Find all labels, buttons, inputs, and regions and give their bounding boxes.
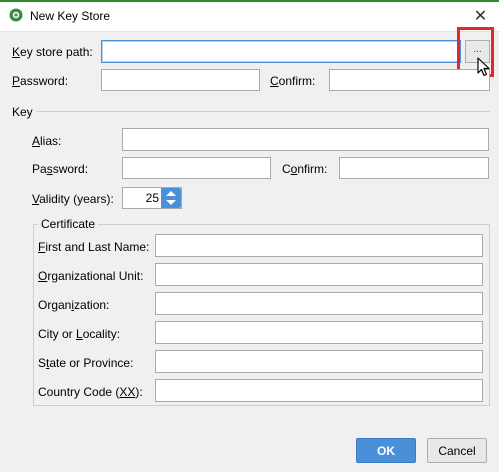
keystore-password-label: Password: [12, 74, 68, 88]
key-section-divider [36, 111, 490, 112]
city-locality-label: City or Locality: [38, 327, 120, 341]
org-unit-label-text: rganizational Unit: [47, 269, 144, 283]
keystore-confirm-input[interactable] [329, 69, 490, 91]
alias-label-text: lias: [40, 134, 62, 148]
city-locality-label-pre: City or [38, 327, 77, 341]
org-unit-input[interactable] [155, 263, 483, 286]
first-last-name-input[interactable] [155, 234, 483, 257]
spinner-arrows-icon[interactable] [161, 188, 181, 208]
keystore-path-label-mnemonic: K [12, 45, 21, 59]
organization-label-pre: Organ [38, 298, 72, 312]
keystore-confirm-label-mnemonic: C [270, 74, 279, 88]
key-password-input[interactable] [122, 157, 271, 179]
country-code-input[interactable] [155, 379, 483, 402]
certificate-group-label: Certificate [38, 217, 99, 231]
keystore-confirm-label: Confirm: [270, 74, 315, 88]
keystore-password-label-mnemonic: P [12, 74, 21, 88]
keystore-path-input[interactable] [101, 40, 461, 63]
state-province-label-text: ate or Province: [49, 356, 134, 370]
keystore-confirm-label-text: onfirm: [278, 74, 316, 88]
spinner-up-icon[interactable] [166, 191, 176, 196]
key-confirm-label-text: nfirm: [297, 162, 328, 176]
key-password-label-text: sword: [52, 162, 89, 176]
state-province-label-pre: S [38, 356, 47, 370]
cancel-button[interactable]: Cancel [427, 438, 487, 463]
spinner-down-icon[interactable] [166, 200, 176, 205]
country-code-label-pre: Country Code ( [38, 385, 120, 399]
organization-label-text: zation: [74, 298, 110, 312]
country-code-label-text: ): [135, 385, 143, 399]
keystore-path-label: Key store path: [12, 45, 93, 59]
window-title: New Key Store [30, 9, 111, 23]
alias-label: Alias: [32, 134, 61, 148]
mouse-pointer-icon [477, 57, 490, 77]
organization-input[interactable] [155, 292, 483, 315]
key-confirm-label-pre: C [282, 162, 291, 176]
city-locality-label-text: ocality: [82, 327, 121, 341]
key-confirm-input[interactable] [339, 157, 489, 179]
country-code-label: Country Code (XX): [38, 385, 143, 399]
ok-button[interactable]: OK [356, 438, 416, 463]
validity-label-text: alidity (years): [39, 192, 114, 206]
city-locality-label-mnemonic: L [76, 327, 83, 341]
first-last-name-label: First and Last Name: [38, 240, 149, 254]
keystore-path-label-text: ey store path: [20, 45, 93, 59]
organization-label: Organization: [38, 298, 109, 312]
alias-label-mnemonic: A [32, 134, 41, 148]
key-password-label-pre: Pa [32, 162, 47, 176]
validity-value: 25 [145, 191, 159, 205]
org-unit-label-mnemonic: O [38, 269, 48, 283]
android-studio-icon [9, 8, 23, 22]
city-locality-input[interactable] [155, 321, 483, 344]
alias-input[interactable] [122, 128, 489, 151]
keystore-password-input[interactable] [101, 69, 260, 91]
state-province-label: State or Province: [38, 356, 133, 370]
key-confirm-label: Confirm: [282, 162, 327, 176]
org-unit-label: Organizational Unit: [38, 269, 143, 283]
key-password-label: Password: [32, 162, 88, 176]
first-last-name-label-text: irst and Last Name: [45, 240, 150, 254]
validity-spinner[interactable]: 25 [122, 187, 182, 209]
title-accent-line [0, 0, 499, 2]
key-section-label: Key [12, 105, 33, 119]
validity-label: Validity (years): [32, 192, 114, 206]
keystore-password-label-text: assword: [20, 74, 69, 88]
state-province-input[interactable] [155, 350, 483, 373]
country-code-label-mnemonic: XX [119, 385, 136, 399]
